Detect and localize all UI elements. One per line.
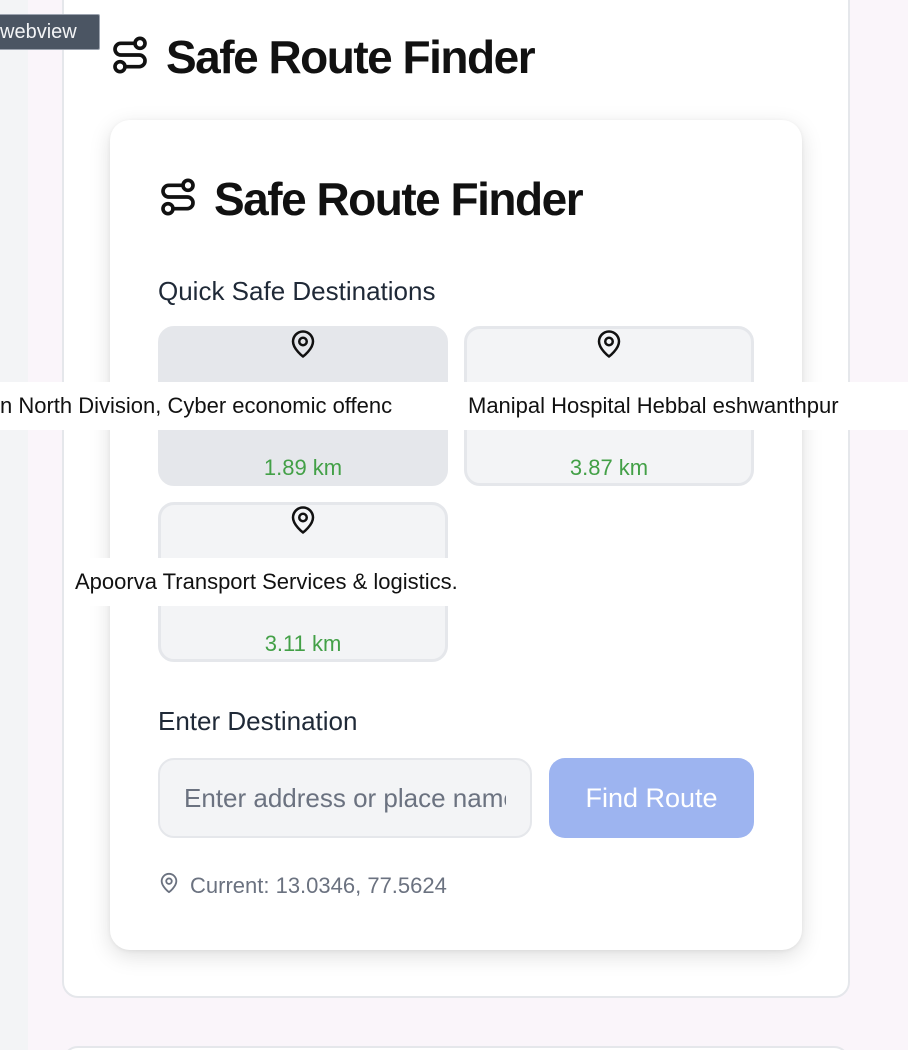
- destination-name: n North Division, Cyber economic offenc: [0, 382, 460, 430]
- map-pin-icon: [288, 329, 318, 364]
- current-location: Current: 13.0346, 77.5624: [158, 872, 447, 900]
- map-pin-icon: [158, 872, 180, 900]
- destination-name: Manipal Hospital Hebbal eshwanthpur: [460, 382, 908, 430]
- route-icon: [110, 35, 150, 80]
- app-title: Safe Route Finder: [166, 31, 536, 83]
- card-title: Safe Route Finder: [214, 173, 584, 225]
- destination-distance: 3.87 km: [569, 455, 649, 480]
- current-coordinates: Current: 13.0346, 77.5624: [190, 873, 447, 898]
- app-header: Safe Route Finder: [110, 30, 536, 84]
- route-icon: [158, 177, 198, 222]
- route-finder-card: Safe Route Finder Quick Safe Destination…: [110, 120, 802, 950]
- card-header: Safe Route Finder: [158, 172, 584, 226]
- quick-destinations-label: Quick Safe Destinations: [158, 276, 436, 306]
- destination-input[interactable]: [158, 758, 532, 838]
- map-pin-icon: [288, 505, 318, 540]
- destination-distance: 3.11 km: [264, 631, 342, 656]
- map-pin-icon: [594, 329, 624, 364]
- destination-distance: 1.89 km: [263, 455, 343, 480]
- next-card: [62, 1046, 850, 1050]
- webview-debug-tag: webview: [0, 14, 100, 50]
- enter-destination-label: Enter Destination: [158, 706, 358, 736]
- find-route-button[interactable]: Find Route: [549, 758, 754, 838]
- destination-name: Apoorva Transport Services & logistics.: [70, 558, 540, 606]
